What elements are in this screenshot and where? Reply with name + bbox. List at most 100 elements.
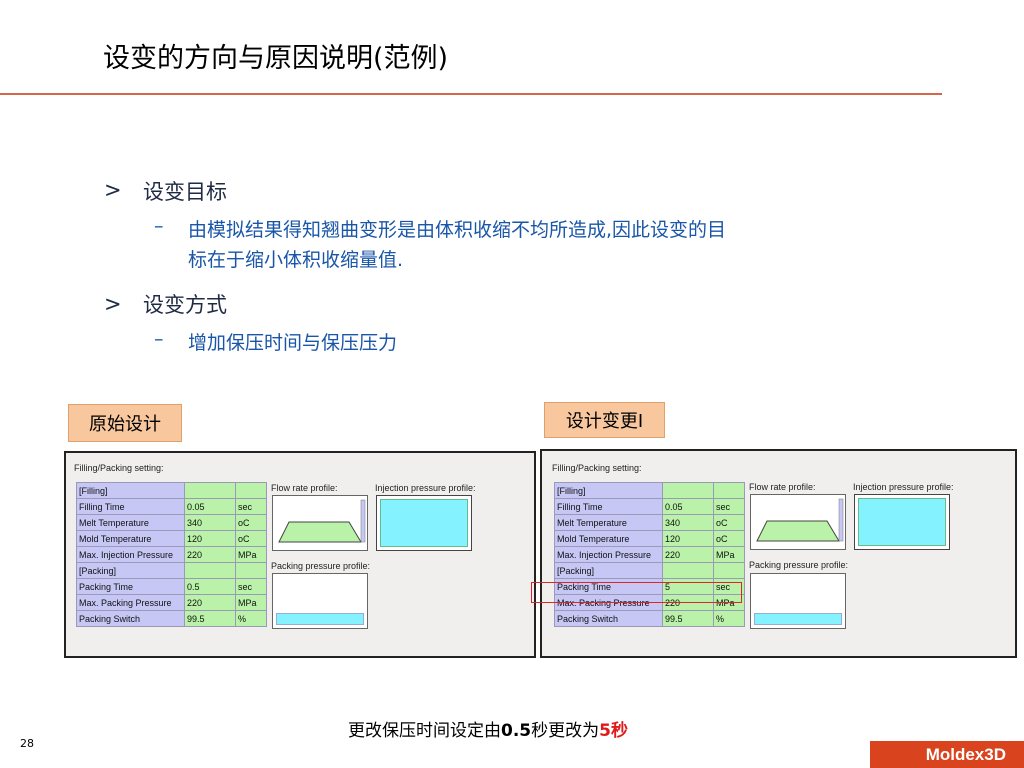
brand-logo: Moldex3D [870,741,1024,768]
title-divider [0,93,942,95]
table-row: Packing Switch 99.5% [76,610,267,627]
table-cell: 220 [184,594,236,611]
table-cell: Max. Injection Pressure [76,546,185,563]
table-cell: MPa [713,546,745,563]
table-cell: [Filling] [76,482,185,499]
flow-rate-profile [272,495,368,551]
bullet-marker: > [104,178,122,202]
caption-new-value: 5秒 [599,721,628,741]
table-row: [Packing] [76,562,267,579]
packing-pressure-label: Packing pressure profile: [749,560,849,570]
sub-bullet-method: 增加保压时间与保压压力 [188,332,398,354]
table-cell: [Packing] [76,562,185,579]
table-row: Packing Switch 99.5% [554,610,745,627]
table-cell [184,562,236,579]
packing-time-highlight [531,582,742,603]
table-cell: Mold Temperature [554,530,663,547]
brand-name: Moldex3D [925,744,1006,764]
injection-pressure-profile [854,494,950,550]
caption-old-value: 0.5 [501,721,532,741]
table-row: Mold Temperature 120 oC [554,530,745,547]
table-cell: Packing Time [76,578,185,595]
table-cell: 340 [184,514,236,531]
table-cell: Packing Switch [76,610,185,627]
table-cell [235,562,267,579]
table-cell: 0.05 [662,498,714,515]
table-row: Filling Time 0.05 sec [76,498,267,515]
panel-heading: Filling/Packing setting: [552,463,642,473]
table-cell: 0.5 [184,578,236,595]
table-cell [662,562,714,579]
table-row: [Filling] [554,482,745,499]
table-row: Max. Injection Pressure 220 MPa [76,546,267,563]
packing-pressure-profile [750,573,846,629]
packing-pressure-label: Packing pressure profile: [271,561,371,571]
table-row: Packing Time 0.5 sec [76,578,267,595]
table-cell: Mold Temperature [76,530,185,547]
injection-pressure-label: Injection pressure profile: [375,483,476,493]
page-number: 28 [20,737,34,750]
table-cell: 120 [184,530,236,547]
table-cell: oC [235,514,267,531]
table-cell [713,482,745,499]
table-cell: Max. Packing Pressure [76,594,185,611]
sub-bullet-goal-line2: 标在于缩小体积收缩量值. [188,249,404,271]
table-cell: 99.5 [662,610,714,627]
table-cell: [Filling] [554,482,663,499]
table-row: [Filling] [76,482,267,499]
settings-panel-original: Filling/Packing setting: [Filling] Filli… [64,451,536,658]
table-cell: 220 [184,546,236,563]
table-cell: sec [235,578,267,595]
table-cell: Melt Temperature [76,514,185,531]
table-cell: 99.5 [184,610,236,627]
flow-rate-label: Flow rate profile: [271,483,338,493]
table-cell: % [713,610,745,627]
sub-bullet-marker: – [154,215,164,237]
table-cell: MPa [235,546,267,563]
settings-panel-changed: Filling/Packing setting: [Filling] Filli… [540,449,1017,658]
flow-rate-profile [750,494,846,550]
settings-table: [Filling] Filling Time 0.05 sec Melt Tempe… [76,482,267,627]
table-row: Mold Temperature 120 oC [76,530,267,547]
table-cell: oC [713,514,745,531]
table-cell: oC [713,530,745,547]
injection-pressure-label: Injection pressure profile: [853,482,954,492]
bullet-marker: > [104,292,122,316]
page-title: 设变的方向与原因说明(范例) [103,43,449,74]
table-row: Melt Temperature 340 oC [76,514,267,531]
packing-pressure-profile [272,573,368,629]
table-cell [713,562,745,579]
caption-text: 秒更改为 [531,721,600,741]
injection-pressure-profile [376,495,472,551]
table-cell: 120 [662,530,714,547]
table-cell: sec [713,498,745,515]
sub-bullet-goal-line1: 由模拟结果得知翘曲变形是由体积收缩不均所造成,因此设变的目 [188,219,727,241]
table-row: Melt Temperature 340 oC [554,514,745,531]
flow-rate-label: Flow rate profile: [749,482,816,492]
table-cell: Packing Switch [554,610,663,627]
table-row: [Packing] [554,562,745,579]
table-cell: Filling Time [76,498,185,515]
caption-text: 更改保压时间设定由 [348,721,501,741]
table-cell: sec [235,498,267,515]
table-cell [662,482,714,499]
table-row: Max. Injection Pressure 220 MPa [554,546,745,563]
table-cell: MPa [235,594,267,611]
label-design-change: 设计变更I [544,402,665,438]
table-cell: Melt Temperature [554,514,663,531]
table-cell: Max. Injection Pressure [554,546,663,563]
table-cell: 340 [662,514,714,531]
table-cell: % [235,610,267,627]
table-cell: [Packing] [554,562,663,579]
label-original-design: 原始设计 [68,404,182,442]
table-cell [184,482,236,499]
table-cell: oC [235,530,267,547]
bullet-goal: 设变目标 [143,180,227,204]
table-cell [235,482,267,499]
panel-heading: Filling/Packing setting: [74,463,164,473]
table-cell: Filling Time [554,498,663,515]
change-caption: 更改保压时间设定由0.5秒更改为5秒 [348,716,628,741]
table-row: Filling Time 0.05 sec [554,498,745,515]
table-row: Max. Packing Pressure 220 MPa [76,594,267,611]
bullet-method: 设变方式 [143,293,227,317]
